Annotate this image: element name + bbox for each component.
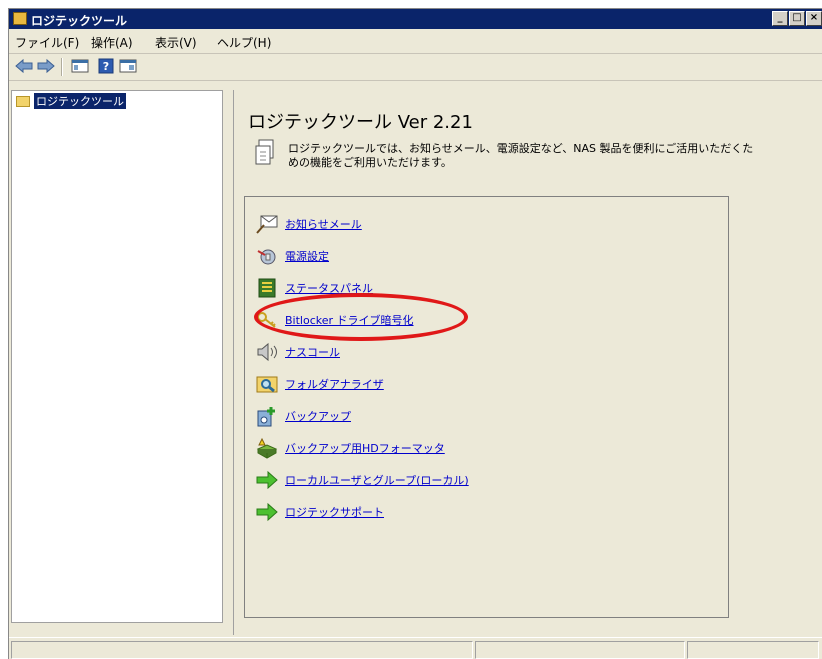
tool-links-panel: お知らせメール 電源設定 ステータスパネル Bitlocker ドライブ暗号化 … xyxy=(244,196,729,618)
link-label: ロジテックサポート xyxy=(285,506,384,519)
toolbar: ? xyxy=(9,54,822,81)
close-button[interactable]: × xyxy=(806,11,822,26)
link-logitec-support[interactable]: ロジテックサポート xyxy=(255,501,384,523)
tree-item-label: ロジテックツール xyxy=(34,93,126,109)
menu-view[interactable]: 表示(V) xyxy=(155,34,197,51)
tree-item-logitec-tool[interactable]: ロジテックツール xyxy=(16,93,126,109)
power-icon xyxy=(257,249,276,265)
window-title: ロジテックツール xyxy=(31,14,128,28)
intro-text: ロジテックツールでは、お知らせメール、電源設定など、NAS 製品を便利にご活用い… xyxy=(288,142,754,169)
link-backup[interactable]: バックアップ xyxy=(255,405,351,427)
link-backup-hd-formatter[interactable]: バックアップ用HDフォーマッタ xyxy=(255,437,445,459)
forward-arrow-icon[interactable] xyxy=(37,58,55,74)
link-label: ナスコール xyxy=(285,346,340,359)
backup-icon xyxy=(257,407,275,427)
title-bar[interactable]: ロジテックツール _ □ × xyxy=(9,9,822,29)
folder-analyzer-icon xyxy=(256,376,278,393)
link-folder-analyzer[interactable]: フォルダアナライザ xyxy=(255,373,384,395)
link-label: バックアップ用HDフォーマッタ xyxy=(285,442,445,455)
app-window: ロジテックツール _ □ × ファイル(F) 操作(A) 表示(V) ヘルプ(H… xyxy=(8,8,822,659)
window-controls: _ □ × xyxy=(772,11,822,26)
link-label: バックアップ xyxy=(285,410,351,423)
green-arrow-icon xyxy=(256,502,278,522)
link-mail-notification[interactable]: お知らせメール xyxy=(255,213,362,235)
folder-icon xyxy=(16,95,30,107)
menu-action[interactable]: 操作(A) xyxy=(91,34,133,51)
help-icon[interactable]: ? xyxy=(97,58,115,74)
page-title: ロジテックツール Ver 2.21 xyxy=(248,112,473,133)
speaker-icon xyxy=(257,342,277,362)
link-label: 電源設定 xyxy=(285,250,329,263)
tool-document-icon xyxy=(255,139,274,165)
minimize-button[interactable]: _ xyxy=(772,11,788,26)
back-arrow-icon[interactable] xyxy=(15,58,33,74)
link-nas-call[interactable]: ナスコール xyxy=(255,341,340,363)
show-hide-icon[interactable] xyxy=(119,58,137,74)
link-power-settings[interactable]: 電源設定 xyxy=(255,245,329,267)
menu-help[interactable]: ヘルプ(H) xyxy=(217,34,271,51)
link-label: フォルダアナライザ xyxy=(285,378,384,391)
console-tree-icon[interactable] xyxy=(71,58,89,74)
status-bar xyxy=(9,637,822,659)
status-panel-icon xyxy=(258,278,276,298)
console-tree-pane: ロジテックツール xyxy=(11,90,223,623)
link-label: お知らせメール xyxy=(285,218,362,231)
status-cell xyxy=(475,641,685,659)
link-label: ローカルユーザとグループ(ローカル) xyxy=(285,474,469,487)
highlight-ellipse xyxy=(254,293,468,341)
green-arrow-icon xyxy=(256,470,278,490)
details-pane: ロジテックツール Ver 2.21 ロジテックツールでは、お知らせメール、電源設… xyxy=(233,90,822,635)
app-icon xyxy=(13,12,27,25)
status-cell xyxy=(11,641,473,659)
toolbar-separator xyxy=(61,58,63,76)
svg-text:?: ? xyxy=(103,60,109,73)
maximize-button[interactable]: □ xyxy=(789,11,805,26)
menu-file[interactable]: ファイル(F) xyxy=(15,34,79,51)
menu-bar: ファイル(F) 操作(A) 表示(V) ヘルプ(H) xyxy=(9,29,822,54)
mail-icon xyxy=(256,215,278,234)
link-local-users-groups[interactable]: ローカルユーザとグループ(ローカル) xyxy=(255,469,469,491)
hd-formatter-icon xyxy=(256,437,278,459)
status-cell xyxy=(687,641,819,659)
